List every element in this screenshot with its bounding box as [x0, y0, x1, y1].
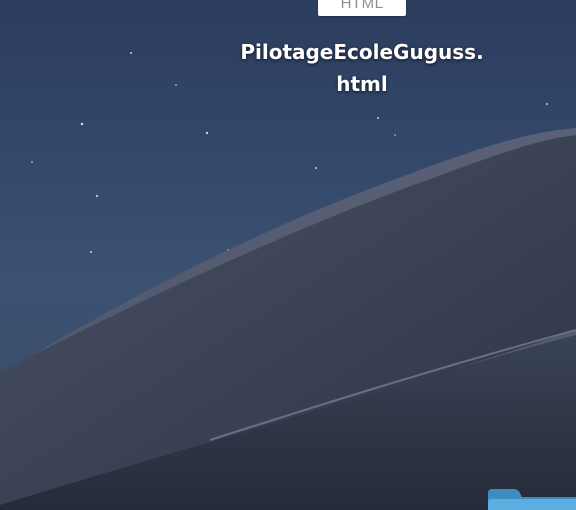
file-type-label: HTML	[340, 0, 384, 12]
folder-icon[interactable]	[486, 487, 576, 510]
file-name-label[interactable]: PilotageEcoleGuguss.html	[236, 36, 488, 100]
html-file-icon[interactable]: HTML	[318, 0, 406, 16]
desktop[interactable]: HTML PilotageEcoleGuguss.html	[0, 0, 576, 510]
